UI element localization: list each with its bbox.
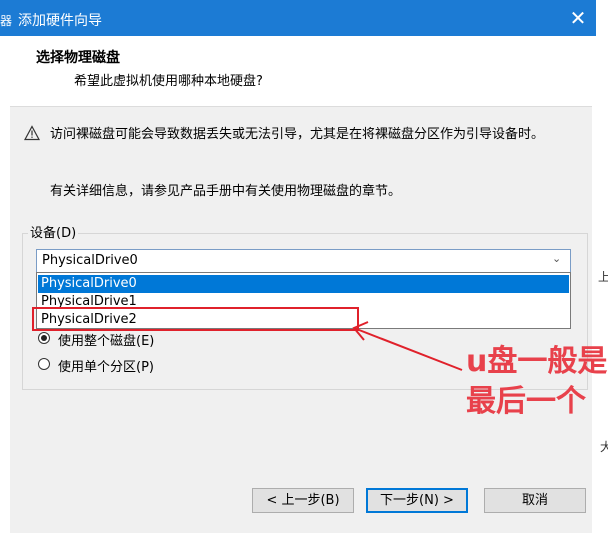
device-group-label: 设备(D): [28, 222, 79, 241]
next-button[interactable]: 下一步(N) >: [366, 488, 468, 513]
radio-whole-disk[interactable]: [38, 332, 50, 344]
background-text: 大: [600, 440, 608, 454]
annotation-line-1: u盘一般是: [466, 344, 608, 379]
cancel-button[interactable]: 取消: [484, 488, 586, 513]
close-icon[interactable]: ✕: [566, 6, 590, 30]
radio-single-partition-label: 使用单个分区(P): [58, 360, 154, 375]
page-title: 选择物理磁盘: [36, 50, 120, 66]
dropdown-option-physicaldrive0[interactable]: PhysicalDrive0: [38, 275, 569, 293]
annotation-line-2: 最后一个: [466, 384, 586, 419]
highlight-box: [32, 307, 359, 331]
back-button[interactable]: < 上一步(B): [252, 488, 354, 513]
warning-triangle-icon: [24, 125, 40, 141]
annotation-arrow: [352, 321, 463, 371]
background-text: 上: [598, 270, 608, 284]
radio-single-partition[interactable]: [38, 358, 50, 370]
annotation-text: u盘一般是 最后一个: [466, 342, 607, 422]
warning-text: 访问裸磁盘可能会导致数据丢失或无法引导，尤其是在将裸磁盘分区作为引导设备时。: [50, 127, 545, 142]
window-title: 添加硬件向导: [18, 13, 102, 29]
page-subtitle: 希望此虚拟机使用哪种本地硬盘?: [74, 74, 263, 89]
info-text: 有关详细信息，请参见产品手册中有关使用物理磁盘的章节。: [50, 184, 402, 199]
background-window-text: 器: [0, 14, 13, 28]
chevron-down-icon[interactable]: ⌄: [552, 252, 561, 265]
radio-whole-disk-label: 使用整个磁盘(E): [58, 334, 155, 349]
device-select-value: PhysicalDrive0: [42, 253, 138, 268]
